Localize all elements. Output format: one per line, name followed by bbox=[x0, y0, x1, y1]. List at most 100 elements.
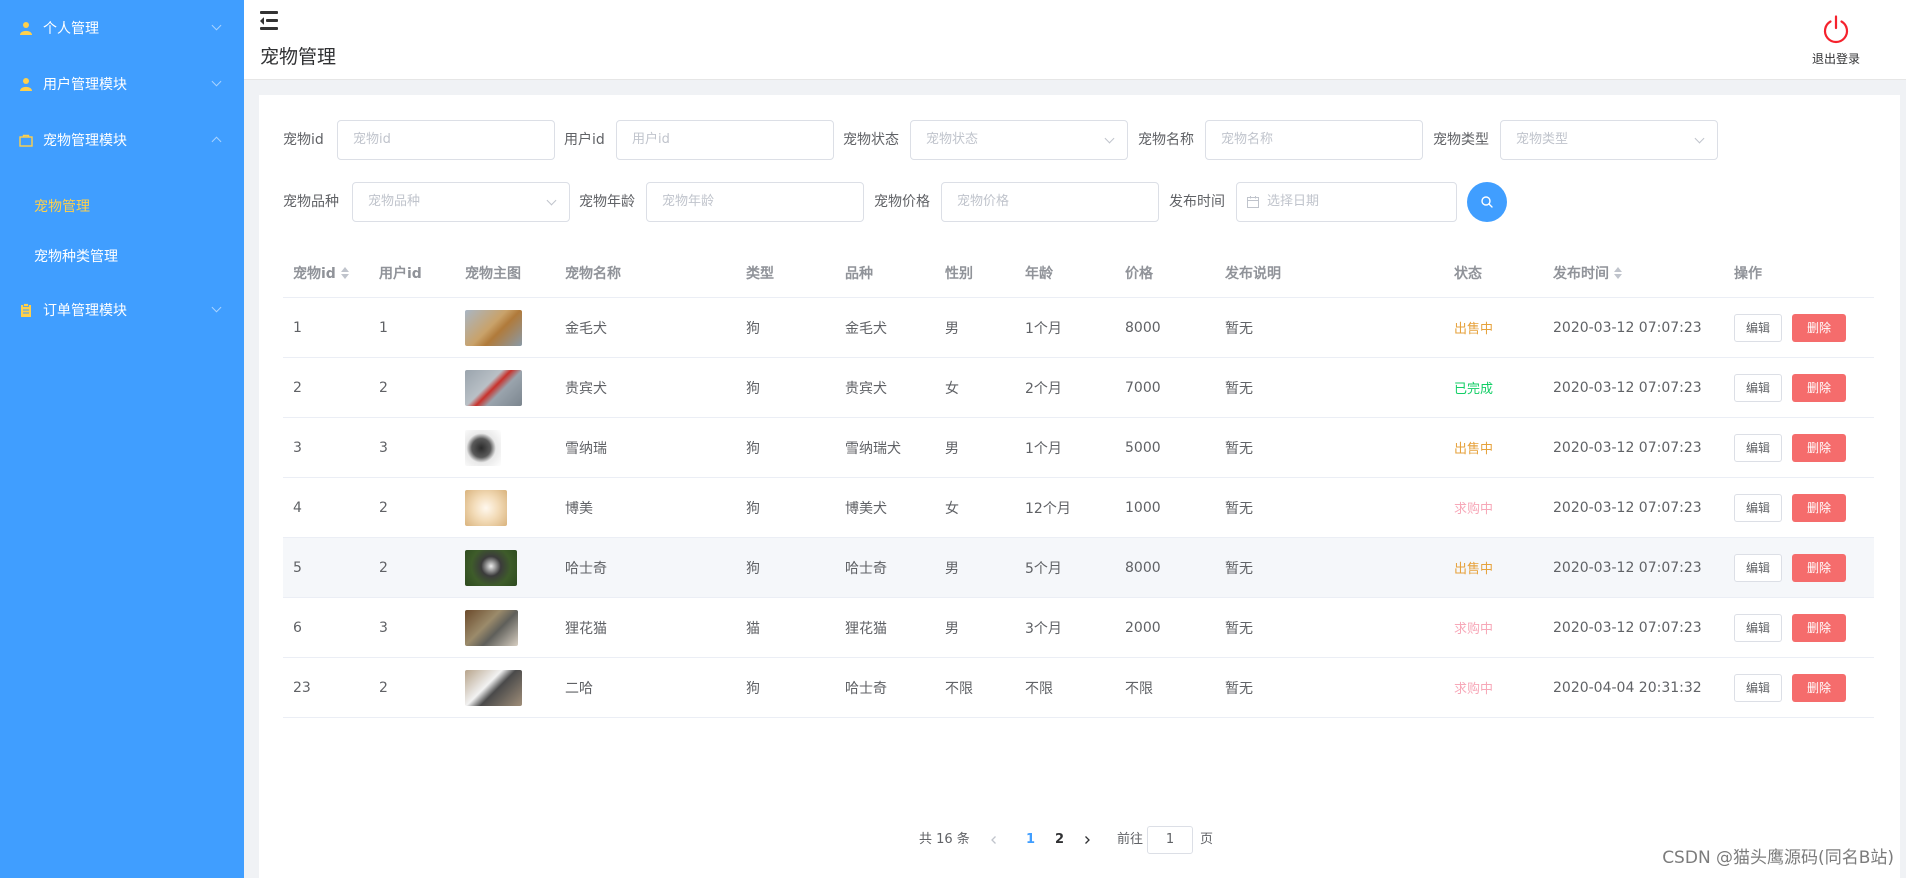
cell-pet-id: 5 bbox=[293, 559, 302, 576]
menu-user-management[interactable]: 用户管理模块 bbox=[0, 56, 244, 112]
filter-label-status: 宠物状态 bbox=[843, 132, 899, 148]
page-2[interactable]: 2 bbox=[1055, 826, 1064, 854]
pet-thumbnail[interactable] bbox=[465, 429, 501, 466]
cell-actions: 编辑 删除 bbox=[1734, 538, 1847, 597]
filter-label-breed: 宠物品种 bbox=[283, 194, 339, 210]
pet-thumbnail[interactable] bbox=[465, 309, 522, 346]
cell-pet-name: 哈士奇 bbox=[565, 560, 607, 577]
cell-publish-time: 2020-03-12 07:07:23 bbox=[1553, 619, 1702, 636]
cell-pet-name: 贵宾犬 bbox=[565, 380, 607, 397]
pet-thumbnail[interactable] bbox=[465, 489, 507, 526]
cell-description: 暂无 bbox=[1225, 500, 1253, 517]
table-row: 4 2 博美 狗 博美犬 女 12个月 1000 暂无 求购中 2020-03-12 07:07:2… bbox=[283, 478, 1874, 538]
power-icon bbox=[1823, 15, 1849, 44]
pagination: 共 16 条 1 2 前往 1 页 bbox=[259, 826, 1900, 854]
edit-button[interactable]: 编辑 bbox=[1734, 493, 1783, 522]
delete-button[interactable]: 删除 bbox=[1792, 373, 1847, 402]
menu-label: 用户管理模块 bbox=[43, 77, 127, 93]
user-id-input[interactable]: 用户id bbox=[616, 120, 834, 160]
pet-breed-select[interactable]: 宠物品种 bbox=[352, 182, 570, 222]
logout-label: 退出登录 bbox=[1811, 52, 1860, 66]
edit-button[interactable]: 编辑 bbox=[1734, 673, 1783, 702]
menu-order-management[interactable]: 订单管理模块 bbox=[0, 282, 244, 338]
watermark: CSDN @猫头鹰源码(同名B站) bbox=[1662, 848, 1894, 868]
cell-type: 狗 bbox=[746, 680, 760, 697]
pet-thumbnail[interactable] bbox=[465, 369, 522, 406]
table-row: 23 2 二哈狗哈士奇 不限 不限 不限 暂无 求购中 2020-04-04 20:31:32 … bbox=[283, 658, 1874, 718]
cell-actions: 编辑 删除 bbox=[1734, 478, 1847, 537]
search-icon bbox=[1481, 196, 1493, 208]
cell-type: 狗 bbox=[746, 440, 760, 457]
table-row: 5 2 哈士奇 狗 哈士奇 男 5个月 8000 暂无 出售中 2020-03-12 07:07:2… bbox=[283, 538, 1874, 598]
sort-icon[interactable] bbox=[1614, 266, 1622, 279]
logout-button[interactable]: 退出登录 bbox=[1806, 14, 1866, 67]
delete-button[interactable]: 删除 bbox=[1792, 673, 1847, 702]
status-select[interactable]: 宠物状态 bbox=[910, 120, 1128, 160]
chevron-down-icon bbox=[1104, 133, 1115, 144]
pet-name-input[interactable]: 宠物名称 bbox=[1205, 120, 1423, 160]
submenu-pet-category[interactable]: 宠物种类管理 bbox=[0, 231, 244, 281]
cell-age: 3个月 bbox=[1025, 620, 1062, 637]
menu-label: 个人管理 bbox=[43, 21, 99, 37]
user-icon bbox=[20, 78, 32, 91]
cell-main-image bbox=[465, 298, 522, 357]
filter-label-pet-id: 宠物id bbox=[283, 132, 324, 148]
edit-button[interactable]: 编辑 bbox=[1734, 553, 1783, 582]
edit-button[interactable]: 编辑 bbox=[1734, 613, 1783, 642]
pet-price-input[interactable]: 宠物价格 bbox=[941, 182, 1159, 222]
cell-main-image bbox=[465, 658, 522, 717]
pagination-total: 共 16 条 bbox=[919, 832, 970, 847]
pet-thumbnail[interactable] bbox=[465, 609, 518, 646]
cell-user-id: 2 bbox=[379, 379, 388, 396]
table-row: 1 1 金毛犬 狗 金毛犬 男 1个月 8000 暂无 出售中 2020-03-12 07:07:2… bbox=[283, 298, 1874, 358]
pet-type-select[interactable]: 宠物类型 bbox=[1500, 120, 1718, 160]
menu-toggle-icon[interactable] bbox=[260, 11, 278, 31]
page-1[interactable]: 1 bbox=[1026, 826, 1035, 854]
user-icon bbox=[20, 22, 32, 35]
cell-price: 5000 bbox=[1125, 439, 1161, 456]
breed-select-placeholder: 宠物品种 bbox=[368, 194, 421, 209]
pet-thumbnail[interactable] bbox=[465, 549, 517, 586]
delete-button[interactable]: 删除 bbox=[1792, 553, 1847, 582]
prev-page-icon[interactable] bbox=[989, 835, 999, 845]
pet-id-input[interactable]: 宠物id bbox=[337, 120, 555, 160]
edit-button[interactable]: 编辑 bbox=[1734, 313, 1783, 342]
date-placeholder: 选择日期 bbox=[1267, 194, 1320, 209]
cell-main-image bbox=[465, 478, 507, 537]
pet-thumbnail[interactable] bbox=[465, 669, 522, 706]
menu-pet-management[interactable]: 宠物管理模块 bbox=[0, 112, 244, 168]
col-type: 类型 bbox=[746, 265, 774, 282]
cell-price: 8000 bbox=[1125, 559, 1161, 576]
delete-button[interactable]: 删除 bbox=[1792, 313, 1847, 342]
delete-button[interactable]: 删除 bbox=[1792, 433, 1847, 462]
cell-description: 暂无 bbox=[1225, 680, 1253, 697]
col-pet-id[interactable]: 宠物id bbox=[293, 248, 349, 297]
cell-sex: 男 bbox=[945, 440, 959, 457]
cell-price: 8000 bbox=[1125, 319, 1161, 336]
bag-icon bbox=[19, 134, 33, 147]
cell-status: 求购中 bbox=[1454, 622, 1494, 637]
sidebar: 个人管理 用户管理模块 宠物管理模块 宠物管理 宠物种类管理 订单管理模块 bbox=[0, 0, 244, 878]
next-page-icon[interactable] bbox=[1082, 835, 1092, 845]
sort-icon[interactable] bbox=[340, 266, 349, 279]
cell-main-image bbox=[465, 418, 501, 477]
cell-sex: 女 bbox=[945, 500, 959, 517]
status-select-placeholder: 宠物状态 bbox=[926, 132, 979, 147]
pet-age-input[interactable]: 宠物年龄 bbox=[646, 182, 864, 222]
col-publish-time[interactable]: 发布时间 bbox=[1553, 248, 1622, 297]
cell-pet-id: 23 bbox=[293, 679, 311, 696]
menu-personal[interactable]: 个人管理 bbox=[0, 0, 244, 56]
edit-button[interactable]: 编辑 bbox=[1734, 433, 1783, 462]
cell-user-id: 2 bbox=[379, 559, 388, 576]
search-button[interactable] bbox=[1467, 182, 1507, 222]
delete-button[interactable]: 删除 bbox=[1792, 493, 1847, 522]
cell-pet-name: 博美 bbox=[565, 500, 593, 517]
date-picker[interactable]: 选择日期 bbox=[1236, 182, 1457, 222]
delete-button[interactable]: 删除 bbox=[1792, 613, 1847, 642]
cell-sex: 不限 bbox=[945, 680, 973, 697]
cell-actions: 编辑 删除 bbox=[1734, 358, 1847, 417]
edit-button[interactable]: 编辑 bbox=[1734, 373, 1783, 402]
submenu-pet-management[interactable]: 宠物管理 bbox=[0, 181, 244, 231]
chevron-down-icon bbox=[211, 20, 222, 31]
goto-page-input[interactable]: 1 bbox=[1147, 826, 1193, 854]
